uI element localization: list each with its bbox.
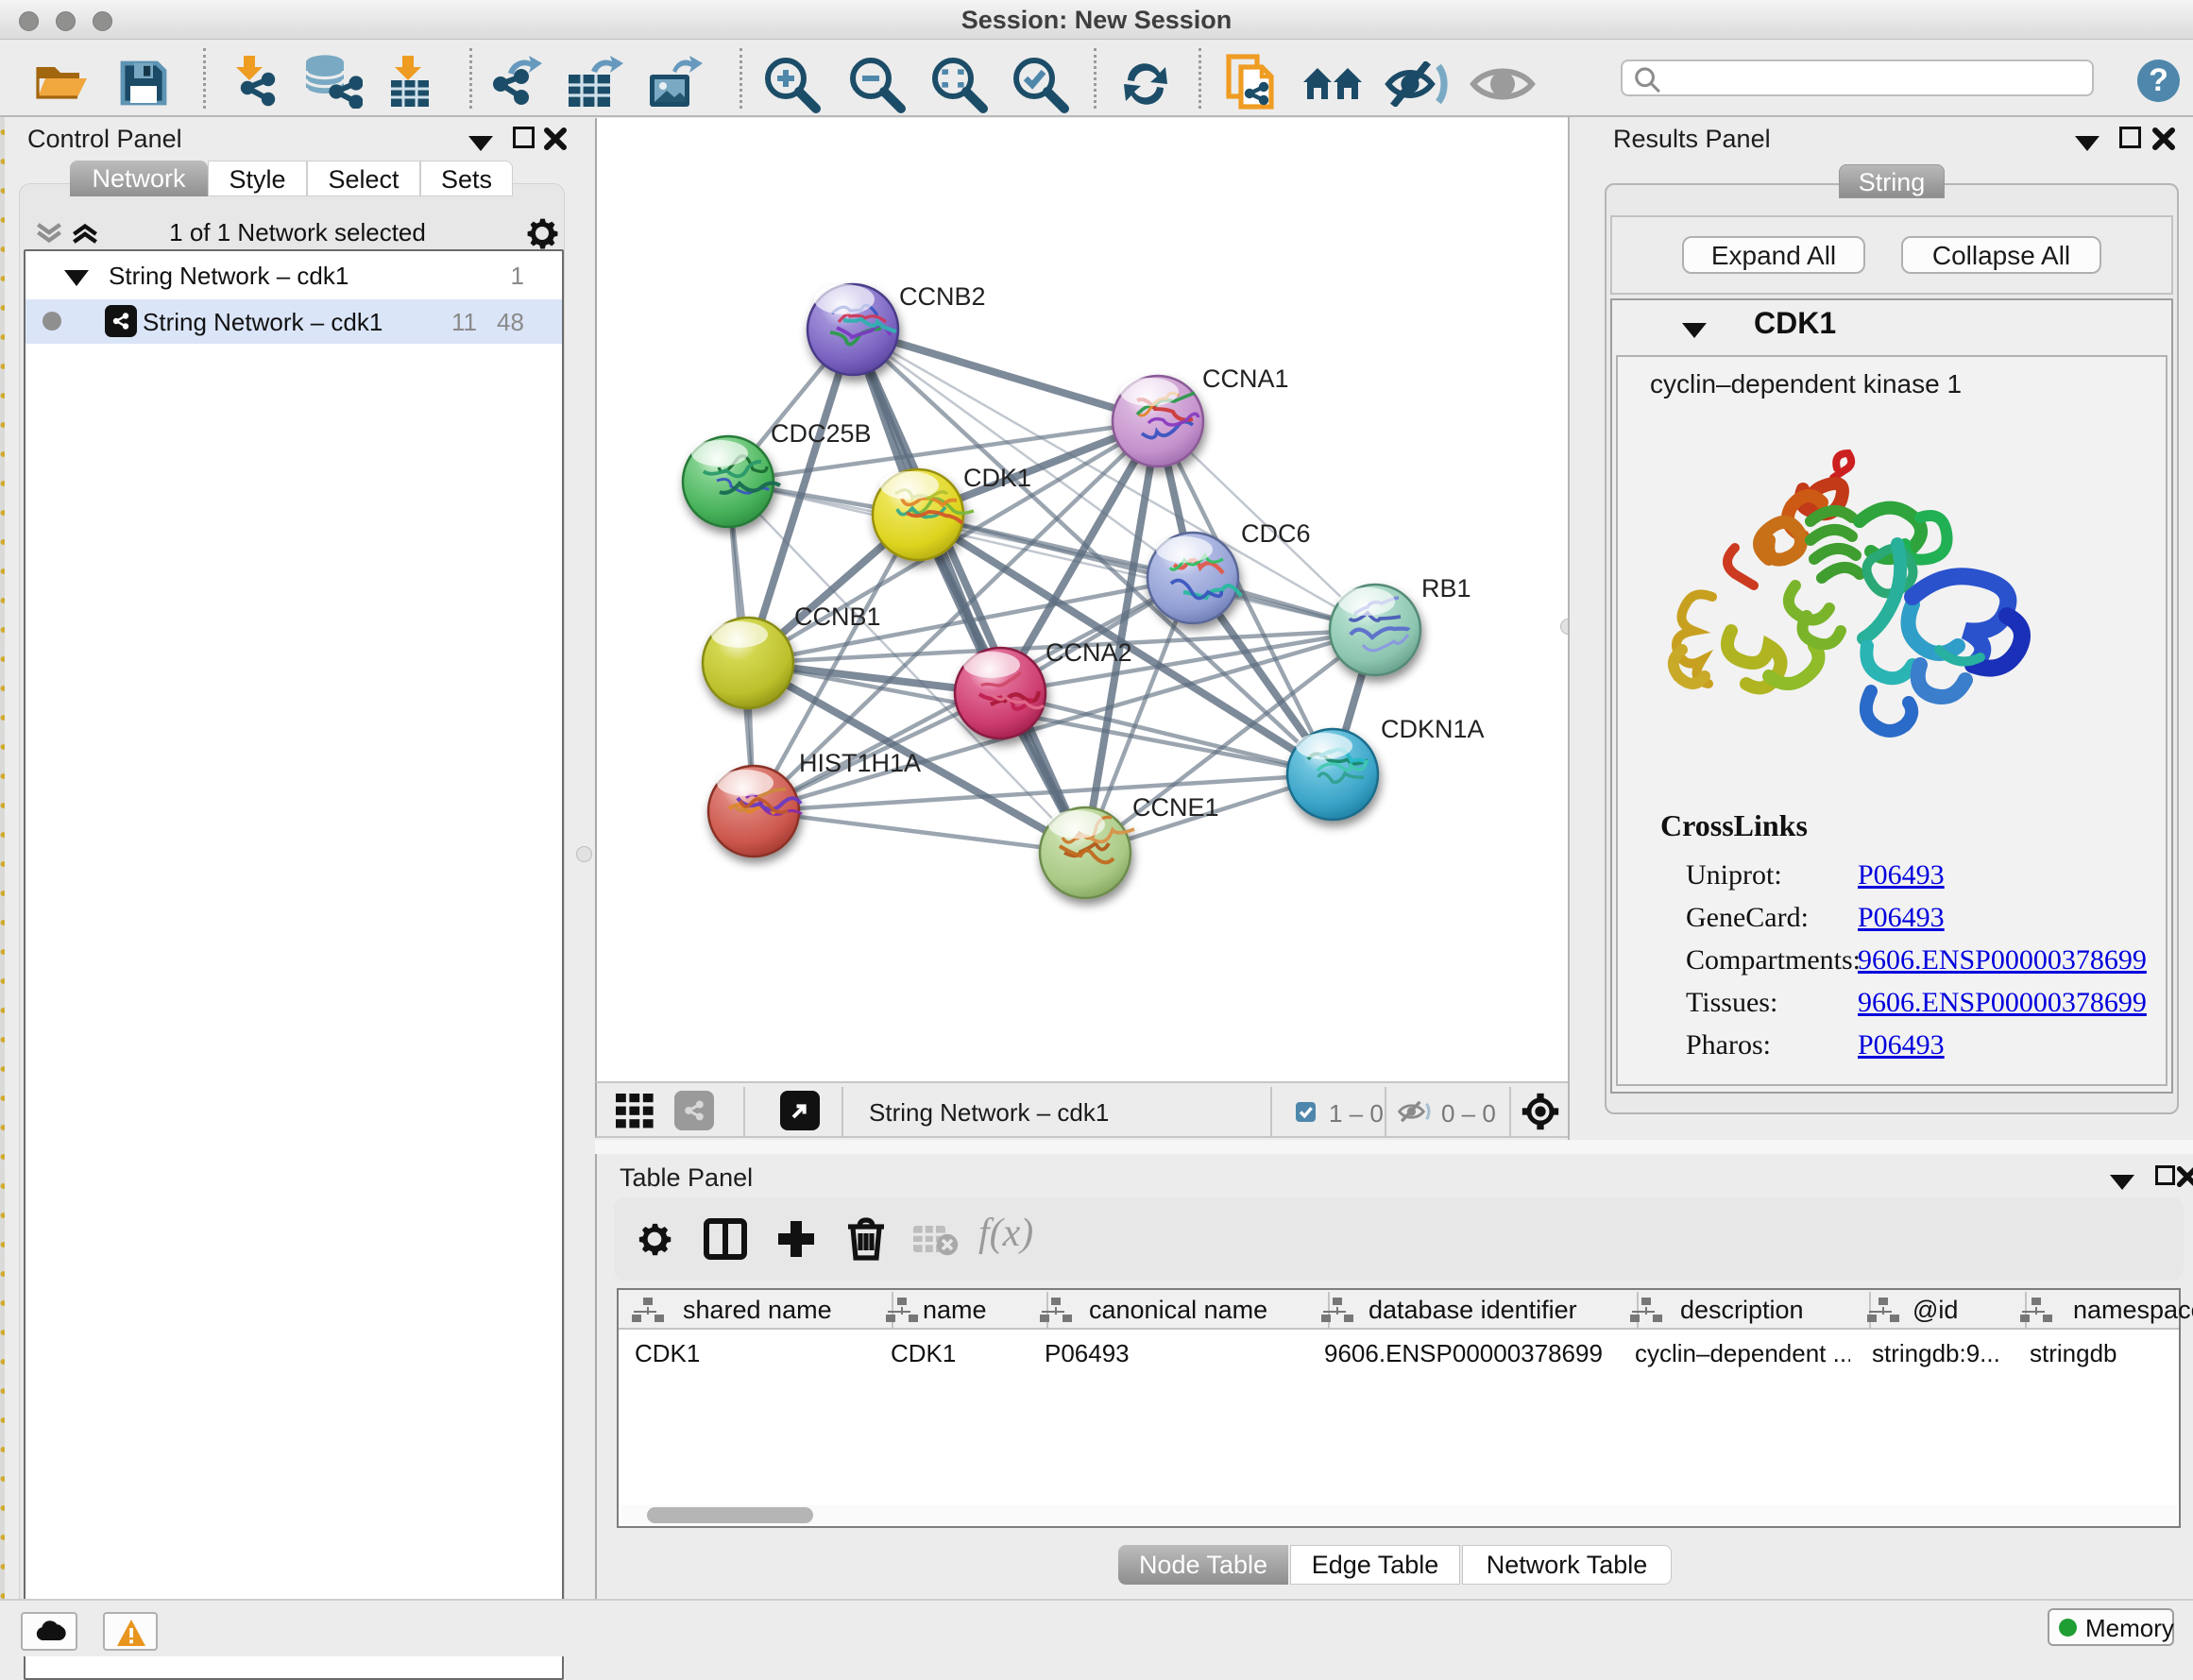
svg-text:CCNB1: CCNB1 [794, 602, 881, 631]
svg-text:CCNB2: CCNB2 [899, 282, 986, 311]
svg-text:CCNA2: CCNA2 [1046, 638, 1132, 667]
svg-text:CDK1: CDK1 [963, 464, 1031, 492]
svg-text:CDC6: CDC6 [1241, 519, 1311, 548]
svg-text:HIST1H1A: HIST1H1A [799, 749, 921, 777]
svg-text:CCNA1: CCNA1 [1202, 365, 1289, 393]
svg-text:RB1: RB1 [1421, 574, 1471, 602]
svg-text:CDKN1A: CDKN1A [1381, 715, 1485, 743]
svg-text:CDC25B: CDC25B [771, 419, 872, 448]
svg-text:CCNE1: CCNE1 [1132, 793, 1219, 822]
